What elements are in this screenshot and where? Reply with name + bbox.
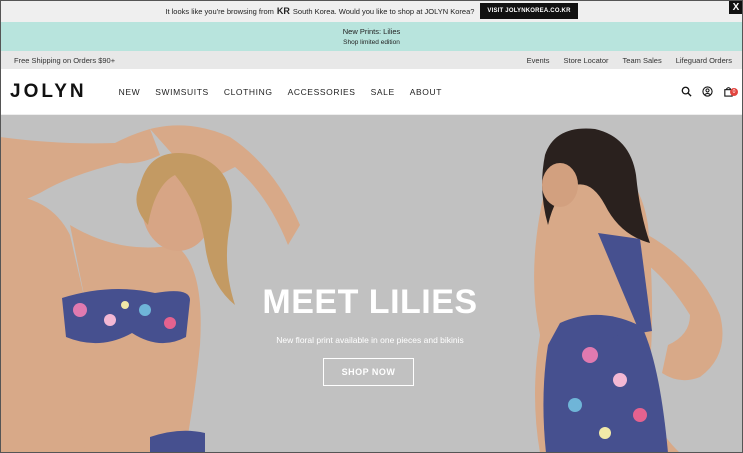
right-model-figure xyxy=(534,128,723,453)
hero-subtitle: New floral print available in one pieces… xyxy=(276,335,464,345)
logo[interactable]: JOLYN xyxy=(10,81,87,103)
events-link[interactable]: Events xyxy=(527,56,550,65)
promo-title[interactable]: New Prints: Lilies xyxy=(0,27,743,36)
nav-icons: 0 xyxy=(681,86,738,97)
cart-count-badge: 0 xyxy=(730,88,738,96)
nav-clothing[interactable]: CLOTHING xyxy=(224,87,273,97)
close-geo-banner-button[interactable]: X xyxy=(729,0,743,14)
nav-sale[interactable]: SALE xyxy=(371,87,395,97)
hero-title: MEET LILIES xyxy=(262,283,478,321)
hero-banner[interactable]: MEET LILIES New floral print available i… xyxy=(0,115,743,453)
team-sales-link[interactable]: Team Sales xyxy=(623,56,662,65)
free-shipping-text: Free Shipping on Orders $90+ xyxy=(14,55,116,65)
utility-links: Events Store Locator Team Sales Lifeguar… xyxy=(527,56,732,65)
nav-accessories[interactable]: ACCESSORIES xyxy=(288,87,356,97)
geo-message-after: South Korea. Would you like to shop at J… xyxy=(292,6,475,16)
promo-subtitle[interactable]: Shop limited edition xyxy=(0,39,743,46)
nav-about[interactable]: ABOUT xyxy=(410,87,442,97)
store-locator-link[interactable]: Store Locator xyxy=(564,56,609,65)
account-icon[interactable] xyxy=(702,86,713,97)
country-code: KR xyxy=(276,6,290,16)
lifeguard-orders-link[interactable]: Lifeguard Orders xyxy=(676,56,732,65)
visit-korea-button[interactable]: VISIT JOLYNKOREA.CO.KR xyxy=(480,3,578,19)
nav-swimsuits[interactable]: SWIMSUITS xyxy=(155,87,209,97)
shop-now-button[interactable]: SHOP NOW xyxy=(323,358,414,386)
bag-icon[interactable]: 0 xyxy=(723,86,738,97)
nav-new[interactable]: NEW xyxy=(119,87,141,97)
geo-banner: It looks like you're browsing from KR So… xyxy=(0,0,743,22)
utility-bar: Free Shipping on Orders $90+ Events Stor… xyxy=(0,51,743,69)
main-menu: NEW SWIMSUITS CLOTHING ACCESSORIES SALE … xyxy=(119,87,442,97)
search-icon[interactable] xyxy=(681,86,692,97)
promo-bar[interactable]: New Prints: Lilies Shop limited edition xyxy=(0,22,743,51)
main-nav: JOLYN NEW SWIMSUITS CLOTHING ACCESSORIES… xyxy=(0,69,743,115)
geo-message-before: It looks like you're browsing from xyxy=(165,6,274,16)
